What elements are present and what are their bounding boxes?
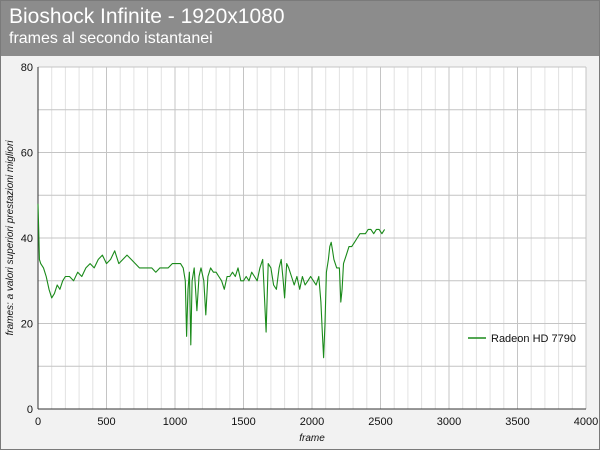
y-tick-label: 20 (21, 319, 33, 331)
grid-lines (38, 66, 587, 409)
x-tick-label: 1500 (231, 416, 255, 428)
y-tick-label: 40 (21, 233, 33, 245)
x-tick-label: 4000 (574, 416, 598, 428)
x-tick-label: 1000 (163, 416, 187, 428)
x-axis-title: frame (299, 433, 325, 444)
line-chart: 0 500 1000 1500 2000 2500 3000 3500 4000 0 20 40 60… (5, 62, 598, 444)
legend-label: Radeon HD 7790 (491, 333, 576, 345)
x-tick-label: 500 (97, 416, 115, 428)
x-tick-label: 2500 (368, 416, 392, 428)
x-tick-label: 0 (35, 416, 41, 428)
x-tick-label: 3000 (437, 416, 461, 428)
x-tick-label: 2000 (300, 416, 324, 428)
y-axis-title: frames: a valori superiori prestazioni m… (5, 140, 16, 336)
x-tick-labels: 0 500 1000 1500 2000 2500 3000 3500 4000 (35, 416, 598, 428)
x-tick-label: 3500 (505, 416, 529, 428)
y-tick-label: 80 (21, 62, 33, 74)
y-tick-labels: 0 20 40 60 80 (21, 62, 33, 416)
y-tick-label: 0 (27, 404, 33, 416)
y-tick-label: 60 (21, 148, 33, 160)
